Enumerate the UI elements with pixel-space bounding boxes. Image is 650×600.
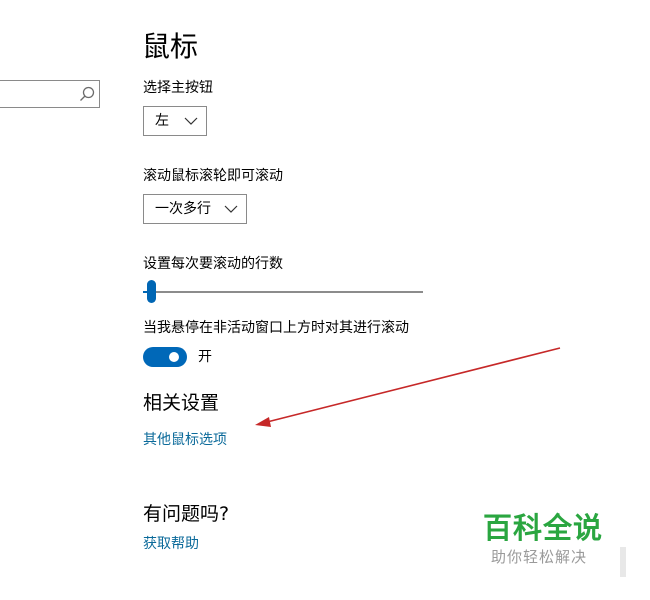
lines-to-scroll-label: 设置每次要滚动的行数 [143,256,283,272]
additional-mouse-options-link[interactable]: 其他鼠标选项 [143,431,227,449]
lines-slider-thumb[interactable] [147,280,156,303]
watermark-slogan: 助你轻松解决 [491,548,588,566]
page-title: 鼠标 [142,30,199,63]
wheel-scroll-value: 一次多行 [155,201,211,217]
related-settings-heading: 相关设置 [143,392,220,414]
primary-button-label: 选择主按钮 [143,80,213,96]
search-icon[interactable] [78,85,96,103]
annotation-arrow [255,347,561,427]
primary-button-dropdown[interactable]: 左 [143,106,207,136]
wheel-scroll-label: 滚动鼠标滚轮即可滚动 [143,168,283,184]
toggle-knob [169,352,179,362]
inactive-scroll-label: 当我悬停在非活动窗口上方时对其进行滚动 [143,320,409,336]
lines-slider-track[interactable] [143,291,423,293]
get-help-link[interactable]: 获取帮助 [143,535,199,553]
help-heading: 有问题吗? [143,503,230,525]
primary-button-value: 左 [155,113,169,129]
chevron-down-icon [184,117,198,125]
watermark-logo: 百科全说 [483,511,604,545]
inactive-scroll-toggle[interactable] [143,347,187,367]
toggle-state-label: 开 [198,349,212,365]
wheel-scroll-dropdown[interactable]: 一次多行 [143,194,247,224]
chevron-down-icon [224,205,238,213]
watermark-decoration [620,547,626,577]
